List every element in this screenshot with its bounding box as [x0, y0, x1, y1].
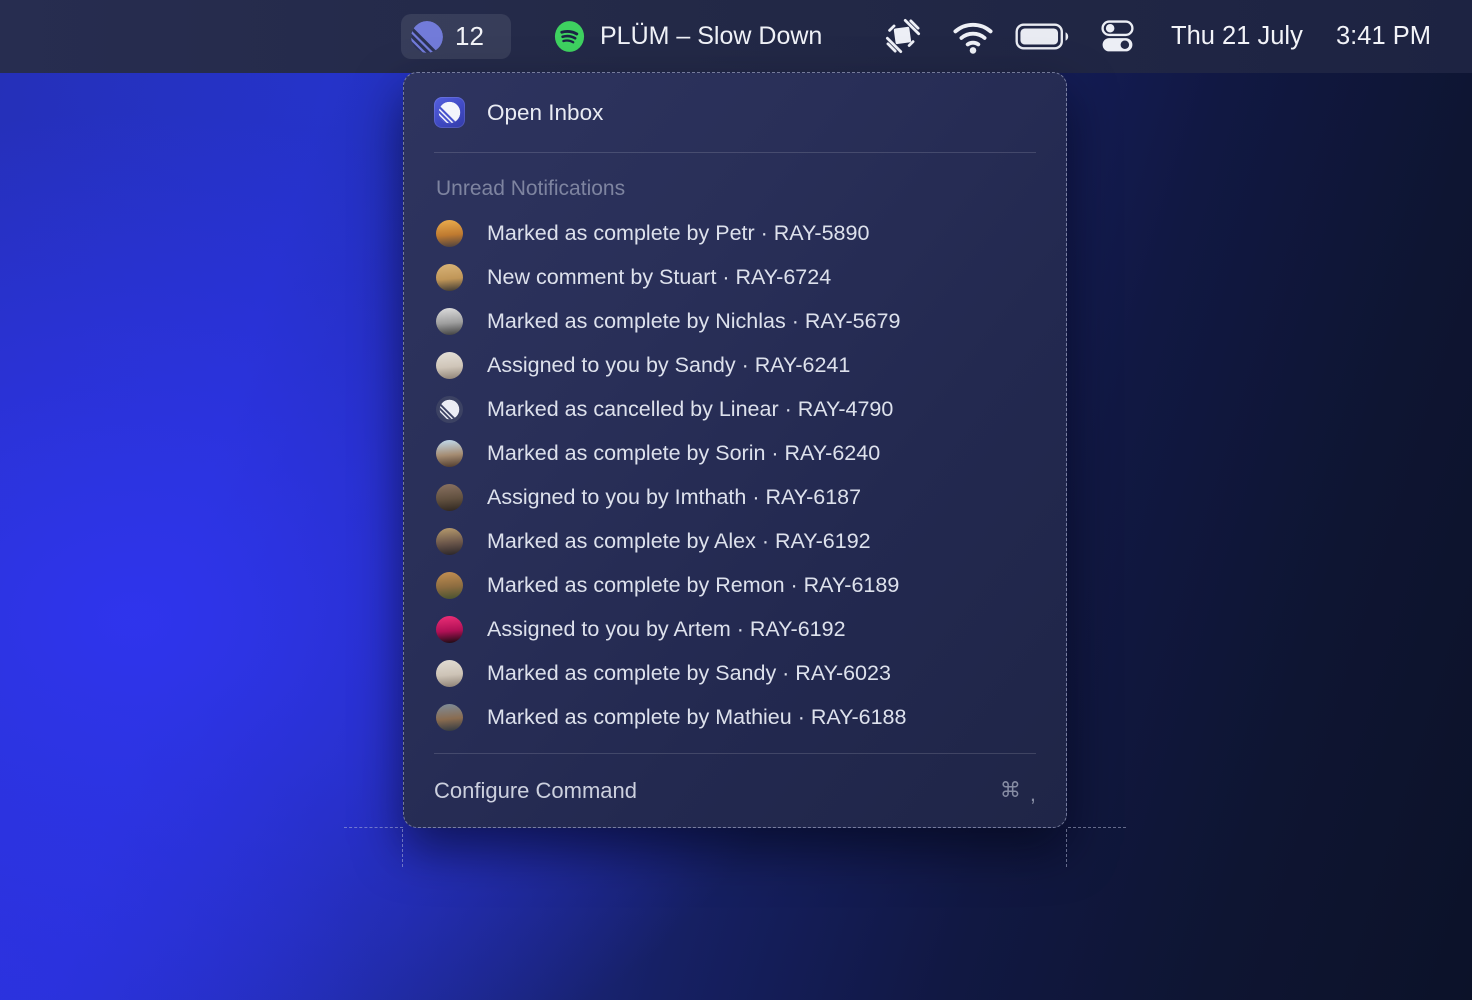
notification-item[interactable]: Assigned to you by Sandy · RAY-6241 — [434, 343, 1036, 387]
selection-dash-bottom-left-h — [344, 827, 403, 828]
spotify-icon — [553, 20, 586, 53]
linear-unread-count: 12 — [455, 21, 484, 52]
avatar — [436, 528, 463, 555]
notification-item[interactable]: Marked as complete by Petr · RAY-5890 — [434, 211, 1036, 255]
avatar — [436, 352, 463, 379]
linear-app-icon — [434, 97, 465, 128]
avatar — [436, 308, 463, 335]
notification-label: Assigned to you by Imthath · RAY-6187 — [487, 485, 861, 510]
avatar — [436, 484, 463, 511]
notification-label: Marked as complete by Petr · RAY-5890 — [487, 221, 869, 246]
linear-notifications-panel: Open Inbox Unread Notifications Marked a… — [403, 72, 1067, 828]
notification-label: Marked as complete by Sorin · RAY-6240 — [487, 441, 880, 466]
notification-list: Marked as complete by Petr · RAY-5890 Ne… — [434, 211, 1036, 739]
notification-item[interactable]: Marked as complete by Mathieu · RAY-6188 — [434, 695, 1036, 739]
menu-bar-item-linear[interactable]: 12 — [401, 14, 511, 59]
notification-label: Assigned to you by Artem · RAY-6192 — [487, 617, 846, 642]
selection-dash-bottom-right-h — [1068, 827, 1126, 828]
linear-logo-icon — [410, 20, 444, 54]
battery-icon[interactable] — [1015, 22, 1071, 51]
notification-label: Marked as complete by Alex · RAY-6192 — [487, 529, 871, 554]
notification-label: Assigned to you by Sandy · RAY-6241 — [487, 353, 850, 378]
menu-bar: 12 PLÜM – Slow Down — [0, 0, 1472, 73]
control-center-icon[interactable] — [1101, 19, 1134, 54]
desktop: 12 PLÜM – Slow Down — [0, 0, 1472, 1000]
avatar — [436, 264, 463, 291]
open-inbox-label: Open Inbox — [487, 100, 603, 126]
linear-logo-avatar-icon — [439, 399, 460, 420]
command-key-icon: ⌘ — [1000, 778, 1021, 803]
selection-dash-bottom-right-v — [1066, 829, 1067, 867]
configure-command-label: Configure Command — [434, 778, 637, 804]
notification-item[interactable]: Marked as complete by Sandy · RAY-6023 — [434, 651, 1036, 695]
notification-label: Marked as complete by Nichlas · RAY-5679 — [487, 309, 900, 334]
wifi-icon[interactable] — [951, 16, 995, 57]
menu-bar-clock[interactable]: 3:41 PM — [1336, 0, 1431, 73]
notification-item[interactable]: Marked as complete by Alex · RAY-6192 — [434, 519, 1036, 563]
avatar — [436, 572, 463, 599]
avatar — [436, 660, 463, 687]
configure-command-menu-item[interactable]: Configure Command ⌘ , — [434, 754, 1036, 827]
shortcut-hint: ⌘ , — [1000, 778, 1036, 804]
notification-item[interactable]: Marked as complete by Nichlas · RAY-5679 — [434, 299, 1036, 343]
notification-item[interactable]: Marked as cancelled by Linear · RAY-4790 — [434, 387, 1036, 431]
notification-label: Marked as complete by Mathieu · RAY-6188 — [487, 705, 906, 730]
notification-item[interactable]: Marked as complete by Remon · RAY-6189 — [434, 563, 1036, 607]
avatar — [436, 440, 463, 467]
menu-bar-date[interactable]: Thu 21 July — [1171, 0, 1303, 73]
shortcut-key: , — [1030, 781, 1036, 807]
notification-item[interactable]: Assigned to you by Imthath · RAY-6187 — [434, 475, 1036, 519]
open-inbox-menu-item[interactable]: Open Inbox — [434, 73, 1036, 152]
menu-bar-item-spotify[interactable]: PLÜM – Slow Down — [553, 0, 822, 73]
section-header: Unread Notifications — [434, 153, 1036, 211]
now-playing-label: PLÜM – Slow Down — [600, 22, 822, 51]
avatar — [436, 396, 463, 423]
avatar — [436, 616, 463, 643]
notification-label: New comment by Stuart · RAY-6724 — [487, 265, 831, 290]
avatar — [436, 704, 463, 731]
notification-item[interactable]: Marked as complete by Sorin · RAY-6240 — [434, 431, 1036, 475]
notification-label: Marked as complete by Remon · RAY-6189 — [487, 573, 899, 598]
spacer — [434, 739, 1036, 753]
notification-item[interactable]: Assigned to you by Artem · RAY-6192 — [434, 607, 1036, 651]
hatched-status-icon[interactable] — [884, 17, 922, 55]
avatar — [436, 220, 463, 247]
selection-dash-bottom-left-v — [402, 829, 403, 867]
notification-item[interactable]: New comment by Stuart · RAY-6724 — [434, 255, 1036, 299]
notification-label: Marked as cancelled by Linear · RAY-4790 — [487, 397, 893, 422]
notification-label: Marked as complete by Sandy · RAY-6023 — [487, 661, 891, 686]
